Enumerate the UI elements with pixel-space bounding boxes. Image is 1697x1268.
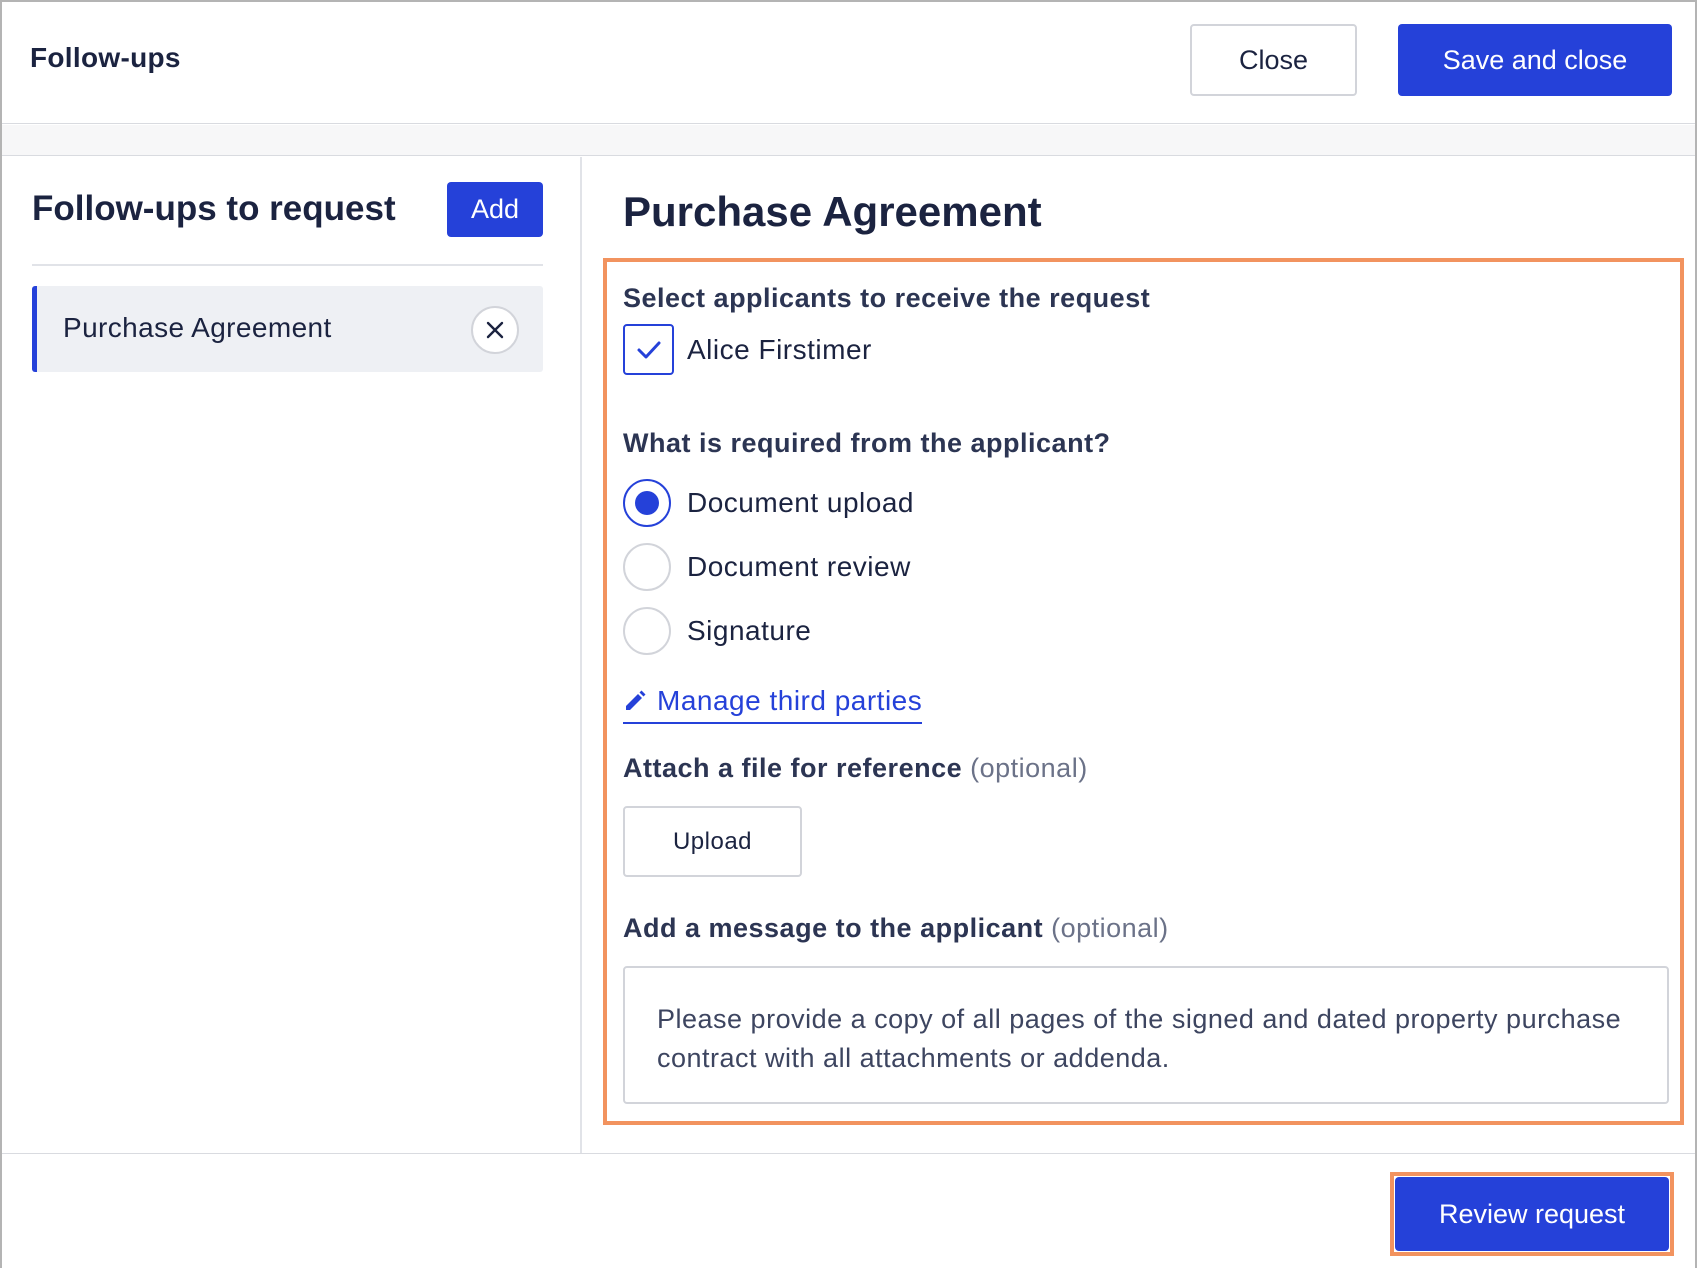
attach-optional-text: (optional) [970,753,1088,783]
applicant-checkbox[interactable] [623,324,674,375]
header-band [2,125,1695,156]
sidebar-item-label: Purchase Agreement [63,312,332,343]
radio-signature[interactable] [623,607,671,655]
page-title: Purchase Agreement [623,188,1042,235]
close-icon [486,321,504,339]
sidebar-title: Follow-ups to request [32,189,396,228]
attach-label: Attach a file for reference (optional) [623,753,1088,784]
add-button[interactable]: Add [447,182,543,237]
review-request-button[interactable]: Review request [1395,1177,1669,1251]
sidebar-item-purchase-agreement[interactable]: Purchase Agreement [32,286,543,372]
checkmark-icon [637,341,660,358]
sidebar-divider [32,264,543,266]
dialog-header: Follow-ups Close Save and close [2,2,1695,124]
follow-ups-dialog: Follow-ups Close Save and close Follow-u… [0,0,1697,1268]
upload-button[interactable]: Upload [623,806,802,877]
message-label: Add a message to the applicant (optional… [623,913,1169,944]
close-button[interactable]: Close [1190,24,1357,96]
save-and-close-button[interactable]: Save and close [1398,24,1672,96]
dialog-title: Follow-ups [30,42,181,73]
manage-link-label: Manage third parties [657,685,923,716]
applicants-label: Select applicants to receive the request [623,283,1151,313]
remove-followup-button[interactable] [471,306,519,354]
radio-document-upload[interactable] [623,479,671,527]
radio-document-review[interactable] [623,543,671,591]
radio-selected-dot [635,491,659,515]
applicant-name: Alice Firstimer [687,334,872,365]
manage-third-parties-link[interactable]: Manage third parties [623,684,923,724]
radio-label-signature: Signature [687,615,812,646]
requirement-label: What is required from the applicant? [623,428,1111,458]
radio-label-document-review: Document review [687,551,911,582]
message-textarea[interactable]: Please provide a copy of all pages of th… [623,966,1669,1104]
message-label-text: Add a message to the applicant [623,913,1044,943]
follow-ups-sidebar: Follow-ups to request Add Purchase Agree… [2,157,582,1153]
pencil-icon [626,690,646,710]
radio-label-document-upload: Document upload [687,487,914,518]
attach-label-text: Attach a file for reference [623,753,963,783]
message-optional-text: (optional) [1051,913,1169,943]
